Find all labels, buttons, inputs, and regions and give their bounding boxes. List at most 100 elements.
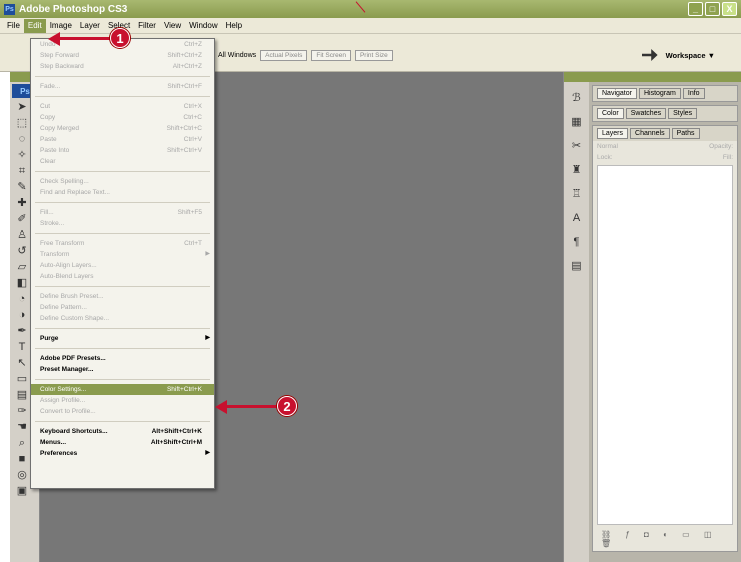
options-buttons: All Windows Actual Pixels Fit Screen Pri… [218, 50, 393, 61]
menu-item-label: Cut [40, 103, 51, 110]
menu-item-label: Check Spelling... [40, 178, 89, 185]
tab-info[interactable]: Info [682, 88, 705, 99]
screen-mode-icon[interactable]: ▣ [14, 484, 30, 498]
edit-menu-item-preset-manager[interactable]: Preset Manager... [31, 364, 214, 375]
all-windows-label[interactable]: All Windows [218, 52, 256, 59]
menu-item-shortcut: Alt+Shift+Ctrl+M [150, 439, 202, 446]
menu-item-label: Transform [40, 251, 70, 258]
tab-paths[interactable]: Paths [671, 128, 700, 139]
edit-menu-item-copy-merged: Copy Merged Shift+Ctrl+C [31, 123, 214, 134]
edit-menu-item-free-transform: Free Transform Ctrl+T [31, 238, 214, 249]
edit-menu-item-adobe-pdf-presets[interactable]: Adobe PDF Presets... [31, 353, 214, 364]
type-tool-icon[interactable]: T [14, 340, 30, 354]
tab-channels[interactable]: Channels [630, 128, 670, 139]
menu-item-label: Fade... [40, 83, 61, 90]
paragraph-panel-icon[interactable]: ¶ [569, 234, 585, 250]
navigator-tabs: Navigator Histogram Info [593, 86, 737, 101]
crop-tool-icon[interactable]: ⌗ [14, 164, 30, 178]
edit-menu-item-menus[interactable]: Menus... Alt+Shift+Ctrl+M [31, 437, 214, 448]
color-swatch-icon[interactable]: ■ [14, 452, 30, 466]
edit-menu-item-transform: Transform ▶ [31, 249, 214, 260]
tab-histogram[interactable]: Histogram [638, 88, 681, 99]
stamp-tool-icon[interactable]: ♙ [14, 228, 30, 242]
menu-item-shortcut: Shift+F5 [177, 209, 202, 216]
opacity-label: Opacity: [709, 143, 733, 150]
history-brush-icon[interactable]: ↺ [14, 244, 30, 258]
shape-tool-icon[interactable]: ▭ [14, 372, 30, 386]
menu-filter[interactable]: Filter [134, 19, 160, 33]
actual-pixels-button[interactable]: Actual Pixels [260, 50, 308, 61]
edit-menu-item-paste-into: Paste Into Shift+Ctrl+V [31, 145, 214, 156]
dodge-tool-icon[interactable]: ◑ [14, 308, 30, 322]
menu-separator [35, 233, 210, 234]
tab-navigator[interactable]: Navigator [597, 88, 637, 99]
menu-item-label: Define Pattern... [40, 304, 87, 311]
close-button[interactable]: X [722, 2, 737, 16]
menu-item-label: Auto-Blend Layers [40, 273, 94, 280]
blur-tool-icon[interactable]: ◔ [14, 292, 30, 306]
tab-layers[interactable]: Layers [597, 128, 629, 139]
zoom-tool-icon[interactable]: ⌕ [14, 436, 30, 450]
menu-edit[interactable]: Edit [23, 18, 46, 33]
layers-footer-icons[interactable]: ⛓ ƒ ◘ ◐ ▭ ◫ 🗑 [593, 527, 737, 551]
eraser-tool-icon[interactable]: ▱ [14, 260, 30, 274]
menu-separator [35, 379, 210, 380]
edit-menu-item-color-settings[interactable]: Color Settings... Shift+Ctrl+K [31, 384, 214, 395]
quick-mask-icon[interactable]: ◎ [14, 468, 30, 482]
minimize-button[interactable]: _ [688, 2, 703, 16]
blend-mode-select[interactable]: Normal [597, 143, 618, 150]
path-select-tool-icon[interactable]: ↖ [14, 356, 30, 370]
layer-comps-panel-icon[interactable]: ✂ [569, 138, 585, 154]
layers-list[interactable] [597, 165, 733, 525]
panel-column-header[interactable] [589, 72, 741, 82]
menu-item-label: Copy [40, 114, 56, 121]
menu-window[interactable]: Window [185, 19, 221, 33]
clone-source-panel-icon[interactable]: ♜ [569, 162, 585, 178]
brushes-panel-icon[interactable]: ℬ [569, 90, 585, 106]
edit-menu-item-purge[interactable]: Purge ▶ [31, 333, 214, 344]
maximize-button[interactable]: □ [705, 2, 720, 16]
callout-2: 2 [277, 396, 297, 416]
edit-menu-item-fade: Fade... Shift+Ctrl+F [31, 81, 214, 92]
fit-screen-button[interactable]: Fit Screen [311, 50, 351, 61]
submenu-arrow-icon: ▶ [205, 450, 210, 456]
notes-tool-icon[interactable]: ▤ [14, 388, 30, 402]
strip-header[interactable] [564, 72, 589, 82]
menu-item-shortcut: Alt+Ctrl+Z [172, 63, 202, 70]
pen-tool-icon[interactable]: ✒ [14, 324, 30, 338]
gradient-tool-icon[interactable]: ◧ [14, 276, 30, 290]
menu-image[interactable]: Image [46, 19, 76, 33]
eyedropper-tool-icon[interactable]: ✑ [14, 404, 30, 418]
edit-menu-item-keyboard-shortcuts[interactable]: Keyboard Shortcuts... Alt+Shift+Ctrl+K [31, 426, 214, 437]
print-size-button[interactable]: Print Size [354, 50, 393, 61]
tool-presets-panel-icon[interactable]: ▦ [569, 114, 585, 130]
menu-layer[interactable]: Layer [76, 19, 104, 33]
lock-label: Lock: [597, 154, 613, 161]
stamp-panel-icon[interactable]: ♖ [569, 186, 585, 202]
magic-wand-tool-icon[interactable]: ✧ [14, 148, 30, 162]
slice-tool-icon[interactable]: ✎ [14, 180, 30, 194]
menu-item-label: Preferences [40, 450, 78, 457]
workspace-menu[interactable]: Workspace ▼ [641, 49, 715, 61]
menu-help[interactable]: Help [222, 19, 246, 33]
tab-swatches[interactable]: Swatches [625, 108, 667, 119]
edit-menu-item-stroke: Stroke... [31, 218, 214, 229]
move-tool-icon[interactable]: ➤ [14, 100, 30, 114]
character-panel-icon[interactable]: A [569, 210, 585, 226]
layers-tabs: Layers Channels Paths [593, 126, 737, 141]
menu-item-label: Menus... [40, 439, 67, 446]
menu-file[interactable]: File [3, 19, 24, 33]
lasso-tool-icon[interactable]: ◌ [14, 132, 30, 146]
marquee-tool-icon[interactable]: ⬚ [14, 116, 30, 130]
menu-item-label: Define Custom Shape... [40, 315, 110, 322]
tab-color[interactable]: Color [597, 108, 624, 119]
menu-view[interactable]: View [160, 19, 185, 33]
healing-tool-icon[interactable]: ✚ [14, 196, 30, 210]
workspace-label[interactable]: Workspace ▼ [666, 51, 715, 60]
hand-tool-icon[interactable]: ☚ [14, 420, 30, 434]
brush-tool-icon[interactable]: ✐ [14, 212, 30, 226]
edit-menu-item-preferences[interactable]: Preferences ▶ [31, 448, 214, 459]
menu-item-shortcut: Ctrl+Z [184, 41, 202, 48]
tab-styles[interactable]: Styles [668, 108, 698, 119]
history-panel-icon[interactable]: ▤ [569, 258, 585, 274]
